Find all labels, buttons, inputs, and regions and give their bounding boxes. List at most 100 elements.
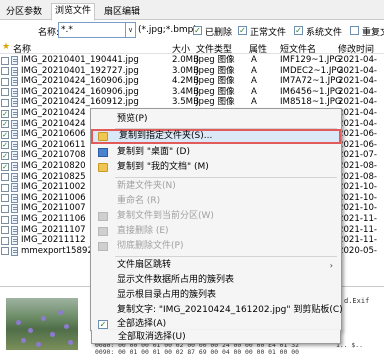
hex-line-0090: 0090: 00 01 00 01 00 02 87 69 00 04 00 0… (95, 348, 299, 356)
menu-copy-to-current-partition[interactable]: 复制文件到当前分区(W) (91, 209, 341, 224)
delete-icon (98, 227, 108, 236)
column-name[interactable]: 名称 (13, 42, 31, 55)
row-checkbox[interactable] (1, 173, 9, 182)
menu-show-root-clusters[interactable]: 显示根目录占用的簇列表 (91, 288, 341, 303)
file-icon (11, 87, 18, 97)
row-checkbox[interactable]: ✓ (1, 141, 9, 150)
row-checkbox[interactable]: ✓ (1, 109, 9, 118)
file-icon (11, 215, 18, 224)
name-filter-input[interactable] (58, 22, 126, 38)
row-checkbox[interactable] (1, 215, 9, 224)
menu-delete-permanent[interactable]: 彻底删除文件(P) (91, 239, 341, 254)
row-checkbox[interactable] (1, 236, 9, 245)
menu-sector-jump[interactable]: 文件扇区跳转 › (91, 258, 341, 273)
hex-ascii-top: d.Exif (344, 297, 370, 305)
file-icon (11, 66, 18, 76)
table-row[interactable]: IMG_20210424_160906.jpg 3.4MB Jpeg 图像 A IM64… (0, 87, 384, 98)
tab-browse-files[interactable]: 浏览文件 (51, 3, 96, 21)
menu-sector-jump-label: 文件扇区跳转 (117, 260, 172, 270)
file-name: IMG_20210424_160912.jpg (21, 97, 139, 108)
row-checkbox[interactable]: ✓ (1, 162, 9, 171)
menu-deselect-all[interactable]: 全部取消选择(U) (91, 330, 341, 344)
column-size[interactable]: 大小 (172, 42, 190, 55)
menu-delete-direct[interactable]: 直接删除 (E) (91, 224, 341, 239)
image-thumbnail (6, 298, 78, 350)
row-checkbox[interactable]: ✓ (1, 120, 9, 129)
menu-preview[interactable]: 预览(P) (91, 112, 341, 127)
file-icon (11, 162, 18, 171)
file-type: Jpeg 图像 (196, 97, 235, 108)
file-name: mmexport15892 (21, 245, 93, 256)
file-modified-time: 2020-05- (338, 245, 378, 256)
table-row[interactable]: IMG_20210401_192727.jpg 3.0MB Jpeg 图像 A IMDE… (0, 66, 384, 77)
tab-partition-params[interactable]: 分区参数 (2, 4, 46, 20)
column-attr[interactable]: 属性 (249, 42, 267, 55)
file-modified-time: 2021-07- (338, 150, 378, 161)
row-checkbox[interactable]: ✓ (1, 130, 9, 139)
menu-rename[interactable]: 重命名 (R) (91, 194, 341, 209)
file-type: Jpeg 图像 (196, 65, 235, 76)
checkbox-deleted[interactable]: ✓ (193, 26, 202, 35)
row-checkbox[interactable] (1, 88, 9, 97)
checkbox-system[interactable]: ✓ (294, 26, 303, 35)
file-name: IMG_20210606 (21, 129, 86, 140)
menu-copy-text[interactable]: 复制文字: "IMG_20210424_161202.jpg" 到剪贴板(C) (91, 303, 343, 318)
file-name: IMG_20211002 (21, 182, 86, 193)
menu-new-folder[interactable]: 新建文件夹(N) (91, 179, 341, 194)
column-short-name[interactable]: 短文件名 (280, 42, 316, 55)
file-modified-time: 2021-04- (338, 76, 378, 87)
copy-icon (98, 212, 108, 221)
menu-copy-to-folder[interactable]: 复制到指定文件夹(S)... (91, 129, 341, 144)
row-checkbox[interactable] (1, 194, 9, 203)
file-modified-time: 2021-11- (338, 214, 378, 224)
menu-copy-to-current-partition-label: 复制文件到当前分区(W) (117, 211, 214, 221)
row-checkbox[interactable] (1, 77, 9, 86)
column-modified-time[interactable]: 修改时间 (338, 42, 374, 55)
row-checkbox[interactable] (1, 67, 9, 76)
menu-rename-label: 重命名 (R) (117, 196, 161, 206)
row-checkbox[interactable] (1, 98, 9, 107)
row-checkbox[interactable] (1, 247, 9, 256)
column-header: ★ 名称 大小 文件类型 属性 短文件名 修改时间 (0, 40, 384, 55)
file-icon (11, 98, 18, 108)
file-type: Jpeg 图像 (196, 86, 235, 97)
table-row[interactable]: IMG_20210424_160906.jpg 4.2MB Jpeg 图像 A IM7A… (0, 76, 384, 87)
file-name: IMG_20210424 (21, 108, 86, 118)
row-checkbox[interactable] (1, 56, 9, 65)
tab-sector-edit[interactable]: 扇区编辑 (100, 4, 144, 20)
file-icon (11, 119, 18, 129)
file-icon (11, 193, 18, 203)
row-checkbox[interactable] (1, 183, 9, 192)
menu-copy-to-desktop[interactable]: 复制到 "桌面" (D) (91, 145, 341, 160)
file-size: 2.0MB (172, 55, 199, 65)
file-name: IMG_20210424_160906.jpg (21, 76, 139, 87)
file-icon (11, 151, 18, 161)
file-attr: A (251, 65, 257, 76)
checkbox-normal[interactable]: ✓ (238, 26, 247, 35)
file-name: IMG_20210708 (21, 150, 86, 161)
submenu-arrow-icon: › (329, 261, 333, 270)
checkbox-deleted-label: 已删除 (205, 28, 233, 38)
menu-deselect-all-label: 全部取消选择(U) (118, 332, 186, 342)
row-checkbox[interactable] (1, 204, 9, 213)
name-filter-dropdown-icon[interactable]: ∨ (126, 22, 136, 38)
file-name: IMG_20210424 (21, 118, 86, 129)
menu-show-clusters[interactable]: 显示文件数据所占用的簇列表 (91, 273, 341, 288)
menu-copy-to-documents[interactable]: 复制到 "我的文档" (M) (91, 160, 341, 175)
name-filter-label: 名称: (38, 28, 60, 38)
file-size: 3.4MB (172, 86, 199, 97)
checkbox-duplicate[interactable] (350, 26, 359, 35)
file-icon (11, 77, 18, 87)
file-modified-time: 2021-04- (338, 118, 378, 129)
row-checkbox[interactable] (1, 226, 9, 235)
context-menu: 预览(P) 复制到指定文件夹(S)... 复制到 "桌面" (D) 复制到 "我… (90, 108, 343, 331)
table-row[interactable]: IMG_20210424_160912.jpg 3.5MB Jpeg 图像 A IM85… (0, 97, 384, 108)
file-type: Jpeg 图像 (196, 55, 235, 65)
column-type[interactable]: 文件类型 (196, 42, 232, 55)
file-modified-time: 2021-04- (338, 55, 378, 65)
file-attr: A (251, 97, 257, 108)
table-row[interactable]: IMG_20210401_190441.jpg 2.0MB Jpeg 图像 A IMF1… (0, 55, 384, 66)
row-checkbox[interactable]: ✓ (1, 151, 9, 160)
menu-copy-to-documents-label: 复制到 "我的文档" (M) (117, 162, 209, 172)
file-icon (11, 140, 18, 150)
